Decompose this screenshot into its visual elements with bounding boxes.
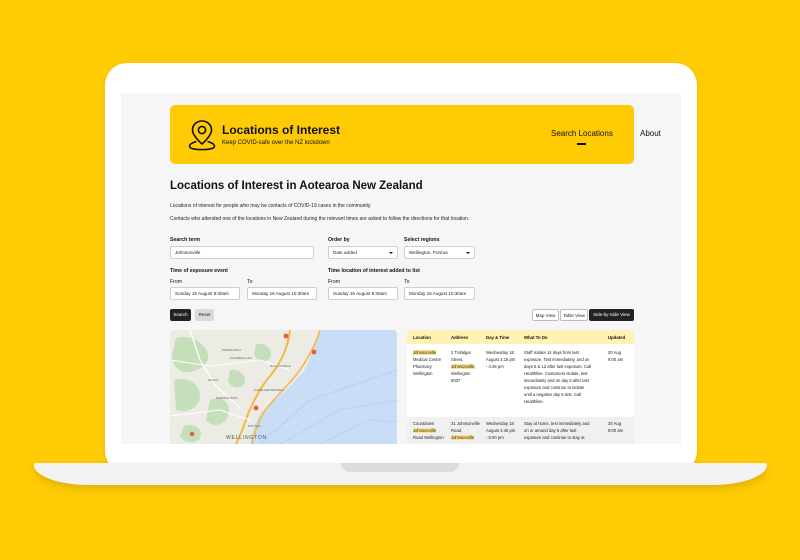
locations-table: Location Address Day & Time What To Do U… — [407, 330, 634, 444]
order-by-value: Date added — [333, 250, 357, 255]
exposure-from-input[interactable]: Sunday 15 August 9:30am — [170, 287, 240, 300]
todo-cell: Stay at home, test immediately and on or… — [524, 421, 590, 440]
map-pin-icon — [188, 120, 216, 151]
updated-cell: 20 Aug 9:00 am — [608, 421, 624, 433]
updated-cell: 20 Aug 9:00 am — [608, 350, 624, 362]
map[interactable]: PAPARANGI KHANDALLAH NGAURANGA NGAIO WAD… — [170, 330, 397, 444]
table-header — [407, 330, 634, 344]
map-label: PIPITEA — [248, 424, 261, 428]
added-from-input[interactable]: Sunday 15 August 9:30am — [328, 287, 398, 300]
site-title[interactable]: Locations of Interest — [222, 123, 340, 137]
location-cell: Johnsonville Medical Centre Pharmacy Wel… — [413, 350, 442, 376]
added-to-input[interactable]: Monday 16 August 10:30am — [404, 287, 475, 300]
map-label: NGAURANGA — [270, 364, 292, 368]
nav-about[interactable]: About — [640, 129, 661, 138]
search-input[interactable]: Johnsonville — [170, 246, 314, 259]
chevron-down-icon — [466, 252, 470, 254]
location-cell: Countdown Johnsonville Road Wellington — [413, 421, 444, 440]
regions-label: Select regions — [404, 237, 440, 243]
order-by-select[interactable]: Date added — [328, 246, 398, 259]
regions-value: Wellington, Porirua — [409, 250, 448, 255]
added-time-label: Time location of interest added to list — [328, 268, 420, 274]
order-by-label: Order by — [328, 237, 350, 243]
intro-text: Locations of interest for people who may… — [170, 203, 372, 209]
nav-search-locations[interactable]: Search Locations — [551, 129, 613, 138]
reset-button[interactable]: Reset — [195, 309, 214, 321]
map-view-button[interactable]: Map View — [532, 309, 559, 321]
nav-active-indicator — [577, 143, 586, 145]
map-graphic — [170, 330, 397, 444]
column-header-updated[interactable]: Updated — [608, 335, 625, 340]
added-to-label: To — [404, 279, 410, 285]
time-cell: Wednesday 18 August 4:45 pm - 5:00 pm — [486, 421, 516, 440]
map-label: WADESTOWN — [216, 396, 238, 400]
laptop-notch — [341, 463, 459, 472]
address-cell: 31 Johnsonville Road, Johnsonville — [451, 421, 480, 440]
intro-text-instructions: Contacts who attended one of the locatio… — [170, 216, 470, 222]
time-cell: Wednesday 18 August 4:15 pm - 4:45 pm — [486, 350, 516, 369]
map-city-label: WELLINGTON — [226, 435, 267, 441]
exposure-time-label: Time of exposure event — [170, 268, 228, 274]
map-label: KAIWHARAWHARA — [254, 388, 284, 392]
column-header-what-to-do[interactable]: What To Do — [524, 335, 548, 340]
screen: Locations of Interest Keep COVID-safe ov… — [121, 93, 681, 444]
todo-cell: Staff isolate 14 days from last exposure… — [524, 350, 592, 404]
site-header: Locations of Interest Keep COVID-safe ov… — [170, 105, 661, 164]
column-header-day-time[interactable]: Day & Time — [486, 335, 509, 340]
map-label: PAPARANGI — [222, 348, 241, 352]
regions-select[interactable]: Wellington, Porirua — [404, 246, 475, 259]
search-button[interactable]: Search — [170, 309, 191, 321]
map-label: KHANDALLAH — [230, 356, 253, 360]
map-label: NGAIO — [208, 378, 219, 382]
column-header-address[interactable]: Address — [451, 335, 468, 340]
column-header-location[interactable]: Location — [413, 335, 431, 340]
page-title: Locations of Interest in Aotearoa New Ze… — [170, 180, 423, 192]
site-tagline: Keep COVID-safe over the NZ lockdown — [222, 140, 330, 146]
added-from-label: From — [328, 279, 341, 285]
side-by-side-view-button[interactable]: Side-by-Side View — [589, 309, 634, 321]
address-cell: 2 Trafalgar Street, Johnsonville, Wellin… — [451, 350, 476, 383]
search-term-label: Search term — [170, 237, 200, 243]
exposure-from-label: From — [170, 279, 183, 285]
table-view-button[interactable]: Table View — [560, 309, 588, 321]
exposure-to-label: To — [247, 279, 253, 285]
chevron-down-icon — [389, 252, 393, 254]
exposure-to-input[interactable]: Monday 16 August 10:30am — [247, 287, 317, 300]
